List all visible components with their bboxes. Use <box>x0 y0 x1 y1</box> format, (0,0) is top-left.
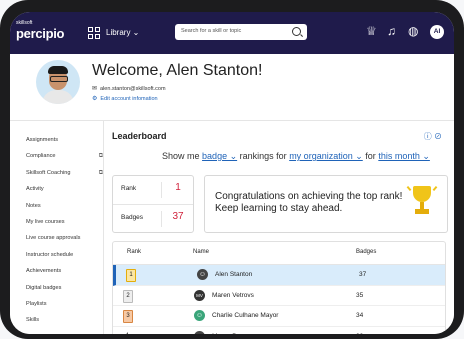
sidebar-item-label: Live course approvals <box>26 235 81 242</box>
sidebar-item-label: Assignments <box>26 137 59 143</box>
sidebar-item-label: Playlists <box>26 300 47 307</box>
info-icon[interactable]: ⓘ <box>424 132 432 141</box>
period-dropdown[interactable]: this month ⌄ <box>378 151 430 161</box>
table-row[interactable]: 3 ☺ Charlie Culhane Mayor 34 <box>113 306 445 327</box>
trophy-icon[interactable]: ♕ <box>366 24 377 38</box>
sidebar-item-label: Achievements <box>26 268 62 275</box>
person-avatar: ☺ <box>197 269 208 280</box>
sidebar-item-label: Instructor schedule <box>26 251 74 258</box>
badge-count: 37 <box>359 271 367 278</box>
congrats-line-2: Keep learning to stay ahead. <box>215 203 343 214</box>
rank-summary-card: Rank 1 Badges 37 <box>112 175 194 233</box>
globe-icon[interactable]: ◍ <box>408 24 418 38</box>
edit-account-label: Edit account infomation <box>100 96 158 102</box>
top-navigation-bar: skillsoft percipio Library ⌄ Search for … <box>10 12 454 54</box>
congrats-line-1: Congratulations on achieving the top ran… <box>215 191 403 202</box>
library-menu[interactable]: Library ⌄ <box>106 28 139 37</box>
sidebar-item[interactable]: Activity <box>10 182 103 198</box>
table-row[interactable]: 4 ☺ Maren Bergson 33 <box>113 327 445 335</box>
person-avatar: ☺ <box>194 330 205 334</box>
trophy-illustration-icon <box>406 184 438 222</box>
person-name: Maren Vetrovs <box>212 291 254 299</box>
tablet-frame: skillsoft percipio Library ⌄ Search for … <box>0 0 464 339</box>
filter-mid: rankings for <box>239 151 287 161</box>
edit-account-link[interactable]: ⚙ Edit account infomation <box>92 95 158 102</box>
sidebar-item[interactable]: Leaderboard <box>10 330 103 335</box>
percipio-logo[interactable]: skillsoft percipio <box>16 21 64 42</box>
sidebar-item-label: Digital badges <box>26 284 62 291</box>
sidebar-item[interactable]: Playlists <box>10 297 103 313</box>
table-row[interactable]: 2 MV Maren Vetrovs 35 <box>113 286 445 306</box>
column-name: Name <box>193 249 210 255</box>
leaderboard-panel: Leaderboard ⓘ ⊘ Show me badge ⌄ rankings… <box>104 121 454 334</box>
rank-badge: 2 <box>123 289 133 303</box>
profile-photo <box>36 60 80 104</box>
column-rank: Rank <box>127 249 142 255</box>
person-name: Alen Stanton <box>215 271 253 278</box>
sidebar-item-label: Compliance <box>26 153 56 160</box>
ranking-filter: Show me badge ⌄ rankings for my organiza… <box>162 151 430 162</box>
search-icon[interactable] <box>292 27 301 36</box>
sidebar-item-label: Activity <box>26 186 44 193</box>
metric-dropdown[interactable]: badge ⌄ <box>202 151 237 161</box>
leaderboard-title: Leaderboard <box>112 131 167 141</box>
rank-value: 1 <box>161 182 194 198</box>
rank-badge: 4 <box>123 331 131 335</box>
rank-badge: 1 <box>126 269 136 282</box>
apps-grid-icon[interactable] <box>88 27 100 39</box>
sidebar-item[interactable]: Achievements <box>10 264 103 280</box>
person-avatar: ☺ <box>194 310 205 321</box>
person-name: Maren Bergson <box>212 333 256 335</box>
filter-prefix: Show me <box>162 151 200 161</box>
congrats-card: Congratulations on achieving the top ran… <box>204 175 448 233</box>
leaderboard-actions: ⓘ ⊘ <box>424 131 442 142</box>
badges-value: 37 <box>161 211 194 227</box>
filter-for: for <box>365 151 376 161</box>
external-link-icon: ⧉ <box>98 153 103 160</box>
badge-count: 35 <box>356 291 364 299</box>
sidebar-item[interactable]: Notes <box>10 199 103 215</box>
sidebar-item-label: My live courses <box>26 218 65 225</box>
sidebar-item[interactable]: Skills <box>10 313 103 329</box>
email-text: alen.stanton@skillsoft.com <box>100 86 166 92</box>
bell-icon[interactable]: ♫ <box>387 24 396 38</box>
person-avatar: MV <box>194 289 205 301</box>
sidebar-item-label: Notes <box>26 202 41 209</box>
search-placeholder: Search for a skill or topic <box>181 28 242 34</box>
sidebar-item-label: Skills <box>26 317 40 324</box>
welcome-heading: Welcome, Alen Stanton! <box>92 62 263 79</box>
logo-text: percipio <box>16 26 65 41</box>
sidebar-item[interactable]: Live course approvals <box>10 231 103 247</box>
rank-badge: 3 <box>123 310 133 323</box>
scope-dropdown[interactable]: my organization ⌄ <box>289 151 363 161</box>
congrats-message: Congratulations on achieving the top ran… <box>215 191 402 215</box>
sidebar-item-label: Skillsoft Coaching <box>26 169 71 176</box>
leaderboard-table: Rank Name Badges 1 ☺ Alen Stanton 37 2 MV Mare… <box>112 241 446 334</box>
badges-label: Badges <box>121 214 144 221</box>
user-avatar[interactable]: AI <box>430 25 444 39</box>
sidebar-item[interactable]: My live courses <box>10 215 103 231</box>
app-screen: skillsoft percipio Library ⌄ Search for … <box>10 12 454 334</box>
sidebar-item[interactable]: Skillsoft Coaching ⧉ <box>10 166 103 182</box>
rank-label: Rank <box>121 185 137 192</box>
person-name: Charlie Culhane Mayor <box>212 312 279 319</box>
badge-count: 34 <box>356 312 364 319</box>
sidebar-item[interactable]: Instructor schedule <box>10 248 103 264</box>
sidebar-item[interactable]: Compliance ⧉ <box>10 149 103 165</box>
hide-icon[interactable]: ⊘ <box>434 132 442 141</box>
external-link-icon: ⧉ <box>98 169 103 176</box>
badge-count: 33 <box>356 333 363 335</box>
table-header: Rank Name Badges <box>113 242 445 265</box>
sidebar-item[interactable]: Digital badges <box>10 281 103 297</box>
email-row: ✉ alen.stanton@skillsoft.com <box>92 85 166 92</box>
mail-icon: ✉ <box>92 86 98 92</box>
table-row[interactable]: 1 ☺ Alen Stanton 37 <box>113 265 445 286</box>
gear-icon: ⚙ <box>92 96 98 102</box>
sidebar: Assignments Compliance ⧉ Skillsoft Coaching… <box>10 121 104 334</box>
search-input[interactable]: Search for a skill or topic <box>175 24 307 40</box>
sidebar-item[interactable]: Assignments <box>10 133 103 149</box>
column-badges: Badges <box>356 249 377 255</box>
